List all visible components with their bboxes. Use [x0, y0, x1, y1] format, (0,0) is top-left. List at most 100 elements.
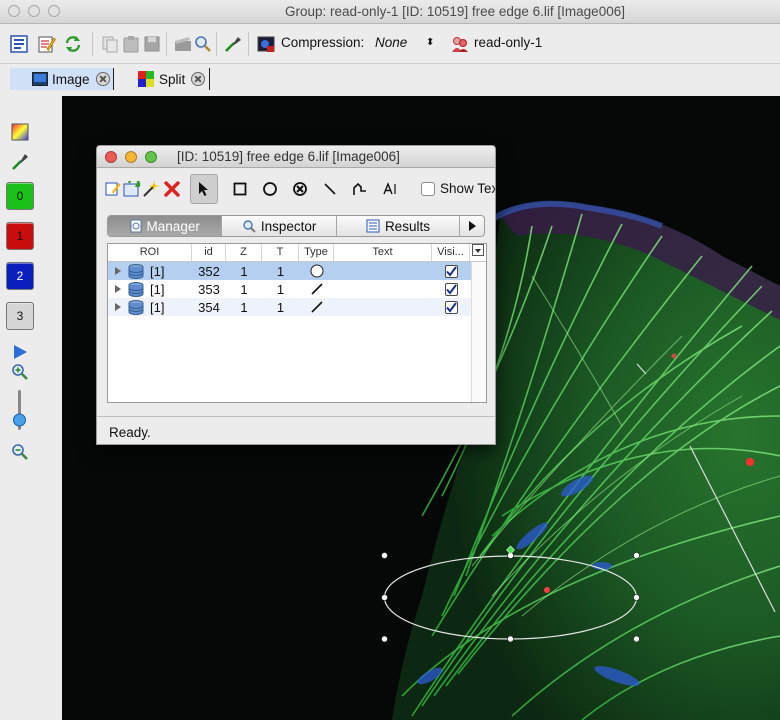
- roi-dialog-zoom-button[interactable]: [145, 151, 157, 163]
- tab-split[interactable]: Split: [138, 68, 210, 90]
- z-cell: 1: [240, 299, 248, 315]
- channel-3-button[interactable]: 3: [6, 302, 34, 330]
- column-chooser-icon[interactable]: [470, 244, 486, 261]
- edit-icon[interactable]: [38, 35, 56, 53]
- roi-dialog-minimize-button[interactable]: [125, 151, 137, 163]
- roi-tools: Show Text: [97, 168, 495, 208]
- visible-checkbox[interactable]: [432, 280, 470, 298]
- z-cell: 1: [240, 281, 248, 297]
- compression-icon: [257, 36, 275, 52]
- select-arrows-icon[interactable]: ⬍: [426, 37, 434, 48]
- properties-icon[interactable]: [10, 35, 28, 53]
- edit-roi-icon[interactable]: [103, 179, 123, 199]
- zoom-slider[interactable]: [10, 390, 30, 434]
- roi-dialog-titlebar: [ID: 10519] free edge 6.lif [Image006]: [97, 146, 495, 168]
- roi-table-header: ROI id Z T Type Text Visi...: [108, 244, 486, 262]
- tab-image[interactable]: Image: [10, 68, 114, 90]
- compression-select[interactable]: None: [375, 35, 407, 50]
- roi-dialog: [ID: 10519] free edge 6.lif [Image006] S…: [96, 145, 496, 445]
- expand-row-icon[interactable]: [114, 302, 122, 312]
- zoom-icon[interactable]: [194, 35, 212, 53]
- show-text-checkbox-box[interactable]: [421, 181, 435, 196]
- type-cell: [299, 298, 334, 316]
- roi-table: ROI id Z T Type Text Visi... [1] 352 1 1…: [107, 243, 487, 403]
- pipette-icon[interactable]: [224, 35, 242, 53]
- ellipse-tool-icon[interactable]: [260, 179, 280, 199]
- expand-row-icon[interactable]: [114, 266, 122, 276]
- magic-wand-icon[interactable]: [141, 179, 161, 199]
- roi-cell: [1]: [150, 263, 165, 279]
- inspector-icon: [243, 220, 256, 233]
- results-icon: [366, 219, 380, 233]
- table-row[interactable]: [1] 353 1 1: [108, 280, 486, 298]
- visible-checkbox[interactable]: [432, 298, 470, 316]
- table-row[interactable]: [1] 352 1 1: [108, 262, 486, 280]
- database-icon: [128, 263, 144, 279]
- view-tabs: Image Split: [0, 64, 780, 94]
- line-type-icon: [310, 301, 323, 313]
- checkmark-icon: [445, 265, 457, 277]
- delete-roi-icon[interactable]: [162, 179, 182, 199]
- id-cell: 354: [198, 299, 220, 315]
- rectangle-tool-icon[interactable]: [230, 179, 250, 199]
- roi-dialog-title: [ID: 10519] free edge 6.lif [Image006]: [177, 149, 400, 164]
- save-roi-icon[interactable]: [122, 179, 142, 199]
- select-tool[interactable]: [190, 174, 218, 204]
- channel-0-button[interactable]: 0: [6, 182, 34, 210]
- column-header-t[interactable]: T: [262, 244, 299, 261]
- show-text-checkbox[interactable]: Show Text: [421, 181, 495, 196]
- toolbar-separator: [166, 32, 167, 56]
- left-toolbar: 0 1 2 3: [0, 94, 62, 720]
- save-icon[interactable]: [143, 35, 161, 53]
- chevron-right-icon: [469, 221, 477, 231]
- paste-icon[interactable]: [122, 35, 140, 53]
- point-tool-icon[interactable]: [290, 179, 310, 199]
- t-cell: 1: [276, 281, 285, 297]
- column-header-roi[interactable]: ROI: [108, 244, 192, 261]
- id-cell: 352: [198, 263, 220, 279]
- window-title: Group: read-only-1 [ID: 10519] free edge…: [285, 4, 625, 19]
- tab-inspector[interactable]: Inspector: [222, 216, 337, 236]
- column-header-visible[interactable]: Visi...: [432, 244, 470, 261]
- roi-subtabs: Manager Inspector Results: [107, 215, 485, 237]
- roi-dialog-close-button[interactable]: [105, 151, 117, 163]
- tab-manager[interactable]: Manager: [108, 216, 223, 236]
- zoom-out-icon[interactable]: [10, 442, 30, 462]
- copy-icon[interactable]: [101, 35, 119, 53]
- channel-2-button[interactable]: 2: [6, 262, 34, 290]
- column-header-text[interactable]: Text: [334, 244, 432, 261]
- tab-results[interactable]: Results: [337, 216, 461, 236]
- split-tab-icon: [138, 71, 154, 87]
- column-header-type[interactable]: Type: [299, 244, 334, 261]
- column-header-id[interactable]: id: [192, 244, 226, 261]
- manager-icon: [130, 219, 142, 233]
- expand-row-icon[interactable]: [114, 284, 122, 294]
- text-cell: [334, 280, 432, 298]
- database-icon: [128, 299, 144, 315]
- text-tool-icon[interactable]: [380, 179, 400, 199]
- channel-1-button[interactable]: 1: [6, 222, 34, 250]
- tab-split-close-icon[interactable]: [191, 72, 206, 86]
- refresh-icon[interactable]: [64, 35, 82, 53]
- visible-checkbox[interactable]: [432, 262, 470, 280]
- movie-icon[interactable]: [174, 35, 192, 53]
- group-label[interactable]: read-only-1: [474, 35, 542, 50]
- tab-image-close-icon[interactable]: [95, 72, 110, 86]
- toolbar-separator: [248, 32, 249, 56]
- color-palette-icon[interactable]: [10, 122, 30, 142]
- zoom-in-icon[interactable]: [10, 362, 30, 382]
- tab-scroll-right-button[interactable]: [460, 216, 484, 236]
- id-cell: 353: [198, 281, 220, 297]
- column-header-z[interactable]: Z: [226, 244, 262, 261]
- play-icon[interactable]: [10, 342, 30, 362]
- t-cell: 1: [276, 263, 285, 279]
- table-row[interactable]: [1] 354 1 1: [108, 298, 486, 316]
- line-tool-icon[interactable]: [320, 179, 340, 199]
- line-type-icon: [310, 283, 323, 295]
- group-permissions-icon[interactable]: [451, 35, 469, 53]
- polyline-tool-icon[interactable]: [350, 179, 370, 199]
- t-cell: 1: [276, 299, 285, 315]
- type-cell: [299, 262, 334, 280]
- table-scrollbar[interactable]: [471, 262, 486, 402]
- pipette-icon[interactable]: [10, 151, 30, 171]
